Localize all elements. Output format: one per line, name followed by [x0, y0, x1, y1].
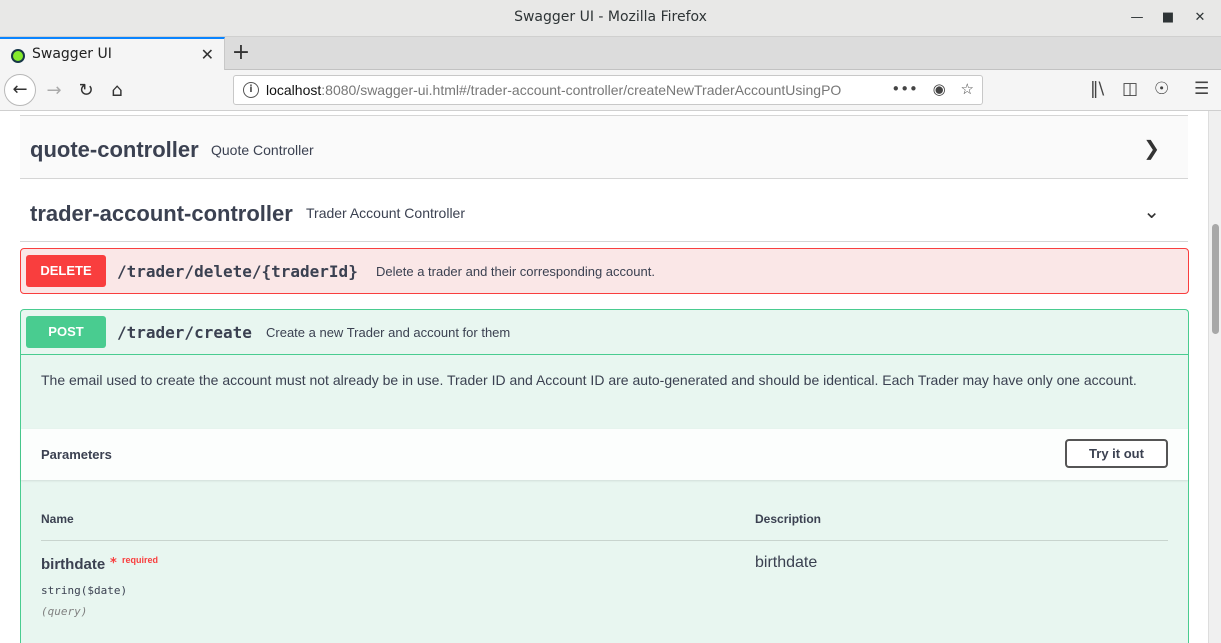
page-content: quote-controller Quote Controller ❯ trad…	[0, 111, 1208, 643]
window-title: Swagger UI - Mozilla Firefox	[514, 9, 707, 25]
operation-summary: Create a new Trader and account for them	[266, 325, 511, 340]
back-button-icon[interactable]: ←	[4, 74, 36, 106]
maximize-icon[interactable]: ■	[1159, 9, 1177, 27]
tag-name: quote-controller	[30, 137, 199, 162]
new-tab-icon[interactable]: +	[231, 40, 251, 65]
swagger-favicon-icon	[11, 49, 25, 63]
close-tab-icon[interactable]: ✕	[201, 45, 214, 64]
menu-icon[interactable]: ☰	[1194, 79, 1209, 99]
pocket-icon[interactable]: ◉	[933, 80, 946, 98]
required-label: required	[122, 555, 159, 565]
operation-description: The email used to create the account mus…	[41, 372, 1137, 388]
required-marker: *	[110, 556, 117, 571]
tab-title: Swagger UI	[32, 46, 112, 62]
tag-name: trader-account-controller	[30, 201, 293, 226]
table-divider	[41, 540, 1168, 541]
site-info-icon[interactable]: i	[243, 82, 259, 98]
tab-bar: Swagger UI ✕ +	[0, 37, 1221, 70]
tag-description: Trader Account Controller	[306, 205, 465, 221]
forward-button-icon[interactable]: →	[40, 77, 68, 105]
navigation-toolbar: ← → ↻ ⌂ i localhost:8080/swagger-ui.html…	[0, 70, 1221, 111]
close-window-icon[interactable]: ✕	[1191, 9, 1209, 27]
operation-path: /trader/delete/{traderId}	[117, 262, 358, 281]
operation-delete-trader[interactable]: DELETE /trader/delete/{traderId} Delete …	[20, 248, 1189, 294]
library-icon[interactable]: ‖\	[1090, 79, 1104, 99]
try-it-out-button[interactable]: Try it out	[1065, 439, 1168, 468]
reload-icon[interactable]: ↻	[72, 77, 100, 105]
tag-quote-controller[interactable]: quote-controller Quote Controller ❯	[20, 115, 1188, 179]
sidebar-icon[interactable]: ◫	[1122, 79, 1138, 99]
operation-header[interactable]: POST /trader/create Create a new Trader …	[21, 310, 1188, 355]
scrollbar-thumb[interactable]	[1212, 224, 1219, 334]
param-name: birthdate	[41, 556, 106, 573]
method-badge-delete: DELETE	[26, 255, 106, 287]
account-icon[interactable]: ☉	[1154, 79, 1169, 99]
url-bar[interactable]: i localhost:8080/swagger-ui.html#/trader…	[233, 75, 983, 105]
tag-trader-account-controller[interactable]: trader-account-controller Trader Account…	[20, 179, 1188, 242]
operation-create-trader: POST /trader/create Create a new Trader …	[20, 309, 1189, 643]
home-icon[interactable]: ⌂	[103, 77, 131, 105]
operation-path: /trader/create	[117, 323, 252, 342]
url-path: :8080/swagger-ui.html#/trader-account-co…	[321, 82, 842, 98]
parameters-header: Parameters Try it out	[21, 429, 1188, 480]
bookmark-star-icon[interactable]: ☆	[961, 80, 974, 98]
method-badge-post: POST	[26, 316, 106, 348]
url-text[interactable]: localhost:8080/swagger-ui.html#/trader-a…	[266, 82, 866, 98]
chevron-right-icon[interactable]: ❯	[1143, 136, 1160, 160]
param-location: (query)	[41, 605, 88, 618]
parameters-title: Parameters	[41, 447, 112, 462]
operation-summary: Delete a trader and their corresponding …	[376, 264, 655, 279]
param-type: string($date)	[41, 584, 128, 597]
column-header-name: Name	[41, 512, 74, 526]
tag-description: Quote Controller	[211, 142, 314, 158]
page-scrollbar[interactable]	[1208, 111, 1221, 643]
tab-swagger-ui[interactable]: Swagger UI ✕	[0, 37, 225, 70]
chevron-down-icon[interactable]: ⌄	[1143, 199, 1160, 223]
url-host: localhost	[266, 82, 322, 98]
window-titlebar: Swagger UI - Mozilla Firefox — ■ ✕	[0, 0, 1221, 37]
page-actions-icon[interactable]: •••	[891, 80, 918, 98]
minimize-icon[interactable]: —	[1128, 9, 1146, 27]
column-header-description: Description	[755, 512, 822, 526]
param-description: birthdate	[755, 554, 818, 571]
